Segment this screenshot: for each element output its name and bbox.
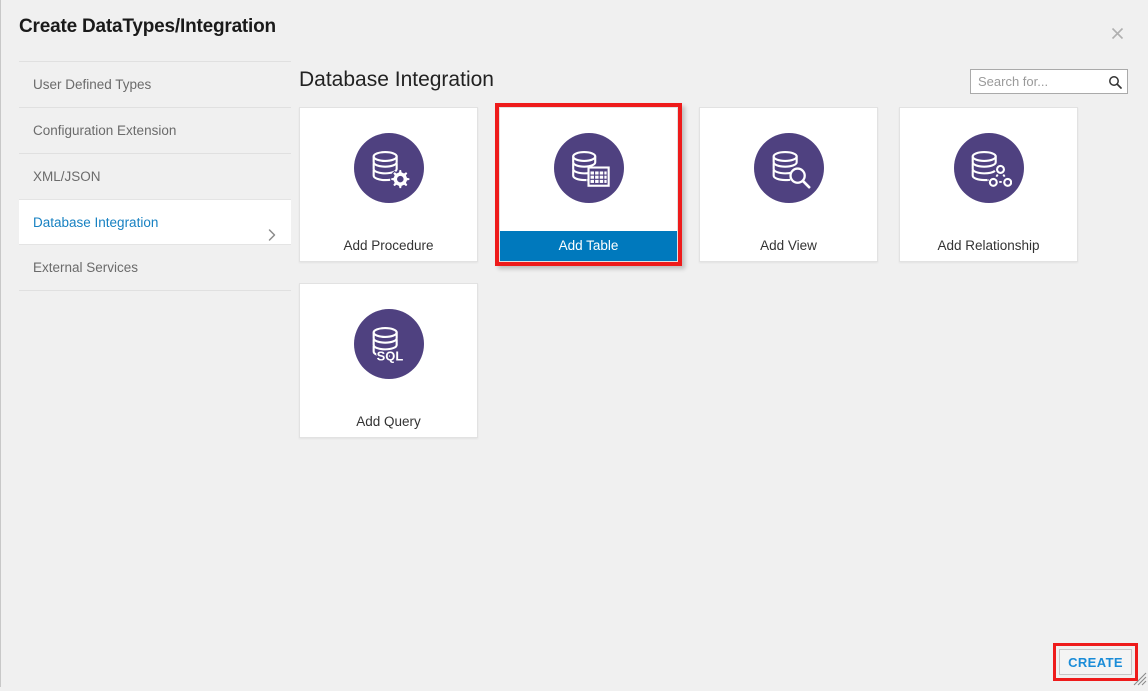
sidebar-item-label: External Services [33,260,139,275]
page-title: Database Integration [299,68,494,91]
database-grid-icon [553,133,624,203]
tile-add-view[interactable]: Add View [699,107,878,262]
database-sql-icon: SQL [353,309,424,379]
resize-grip[interactable] [1133,672,1147,686]
dialog-title: Create DataTypes/Integration [19,16,276,37]
close-icon[interactable] [1104,20,1130,46]
sidebar-item-configuration-extension[interactable]: Configuration Extension [19,107,291,153]
database-gear-icon [353,133,424,203]
sidebar-item-label: User Defined Types [33,77,152,92]
search-box[interactable] [970,69,1128,94]
tile-label: Add Table [500,231,677,261]
tile-add-procedure[interactable]: Add Procedure [299,107,478,262]
sidebar-item-user-defined-types[interactable]: User Defined Types [19,61,291,107]
tile-label: Add Query [356,414,421,429]
search-input[interactable] [971,70,1103,93]
create-datatypes-dialog: Create DataTypes/Integration User Define… [0,0,1148,687]
sidebar-item-label: Database Integration [33,215,159,230]
sidebar-item-database-integration[interactable]: Database Integration [19,199,291,245]
tile-label: Add Relationship [937,238,1040,253]
sidebar-item-label: XML/JSON [33,169,101,184]
tile-label: Add View [760,238,817,253]
database-magnifier-icon [753,133,824,203]
sidebar-item-xml-json[interactable]: XML/JSON [19,153,291,199]
tile-add-relationship[interactable]: Add Relationship [899,107,1078,262]
database-nodes-icon [953,133,1024,203]
tile-grid: Add Procedure Add Table Add View Add Rel… [299,103,1129,438]
create-button[interactable]: CREATE [1059,649,1132,675]
sidebar-item-external-services[interactable]: External Services [19,245,291,291]
sidebar-item-label: Configuration Extension [33,123,177,138]
sidebar: User Defined Types Configuration Extensi… [19,61,291,291]
tile-label: Add Procedure [343,238,434,253]
svg-text:SQL: SQL [376,348,403,363]
tile-add-table[interactable]: Add Table [495,103,682,266]
chevron-right-icon [265,215,279,241]
search-icon[interactable] [1103,75,1127,89]
dialog-footer: CREATE [1053,643,1138,681]
tile-add-query[interactable]: SQL Add Query [299,283,478,438]
